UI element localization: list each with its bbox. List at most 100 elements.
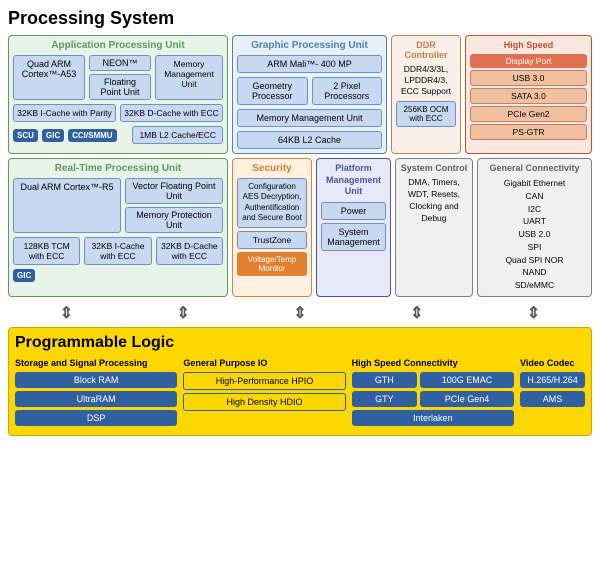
gic-tag: GIC bbox=[42, 129, 64, 142]
mmu-box: Memory Management Unit bbox=[155, 55, 223, 100]
hs-pcie-box: PCIe Gen2 bbox=[470, 106, 587, 122]
volttemp-box: Voltage/Temp Monitor bbox=[237, 252, 307, 276]
gpu-l2-box: 64KB L2 Cache bbox=[237, 131, 382, 149]
gpu-title: Graphic Processing Unit bbox=[237, 40, 382, 51]
ddr-block: DDR Controller DDR4/3/3L, LPDDR4/3, ECC … bbox=[391, 35, 461, 154]
trustzone-box: TrustZone bbox=[237, 231, 307, 249]
apu-title: Application Processing Unit bbox=[13, 40, 223, 51]
fpu-box: Floating Point Unit bbox=[89, 74, 151, 100]
pl-video-title: Video Codec bbox=[520, 358, 585, 368]
pl-ultraram: UltraRAM bbox=[15, 391, 177, 407]
mali-box: ARM Mali™- 400 MP bbox=[237, 55, 382, 73]
top-section: Application Processing Unit Quad ARM Cor… bbox=[8, 35, 592, 154]
pl-gty: GTY bbox=[352, 391, 417, 407]
pl-hdio: High Density HDIO bbox=[183, 393, 345, 411]
geometry-box: Geometry Processor bbox=[237, 77, 308, 105]
pl-pciegen4: PCIe Gen4 bbox=[420, 391, 514, 407]
pl-video-col: Video Codec H.265/H.264 AMS bbox=[520, 358, 585, 429]
neon-box: NEON™ bbox=[89, 55, 151, 71]
icache-box: 32KB I-Cache with Parity bbox=[13, 104, 116, 122]
genconn-sd: SD/eMMC bbox=[482, 279, 587, 292]
security-block: Security Configuration AES Decryption, A… bbox=[232, 158, 312, 297]
rpu-row1: Dual ARM Cortex™-R5 Vector Floating Poin… bbox=[13, 178, 223, 233]
dcache-box: 32KB D-Cache with ECC bbox=[120, 104, 223, 122]
apu-block: Application Processing Unit Quad ARM Cor… bbox=[8, 35, 228, 154]
pl-content: Storage and Signal Processing Block RAM … bbox=[15, 358, 585, 429]
pl-gth: GTH bbox=[352, 372, 417, 388]
genconn-block: General Connectivity Gigabit Ethernet CA… bbox=[477, 158, 592, 297]
cortex-r5-box: Dual ARM Cortex™-R5 bbox=[13, 178, 121, 233]
pl-hsconn-row2: GTY PCIe Gen4 bbox=[352, 391, 514, 410]
genconn-ethernet: Gigabit Ethernet bbox=[482, 177, 587, 190]
genconn-nand: NAND bbox=[482, 266, 587, 279]
gpu-block: Graphic Processing Unit ARM Mali™- 400 M… bbox=[232, 35, 387, 154]
hs-block: High Speed Display Port USB 3.0 SATA 3.0… bbox=[465, 35, 592, 154]
arrow-5: ⇕ bbox=[527, 303, 540, 323]
aes-box: Configuration AES Decryption, Authentifi… bbox=[237, 178, 307, 228]
pmu-block: Platform Management Unit Power System Ma… bbox=[316, 158, 391, 297]
pl-blockram: Block RAM bbox=[15, 372, 177, 388]
genconn-uart: UART bbox=[482, 215, 587, 228]
pl-storage-title: Storage and Signal Processing bbox=[15, 358, 177, 368]
hs-psgtr-box: PS-GTR bbox=[470, 124, 587, 140]
sysctrl-block: System Control DMA, Timers, WDT, Resets,… bbox=[395, 158, 473, 297]
genconn-quadspi: Quad SPI NOR bbox=[482, 254, 587, 267]
pl-gpio-col: General Purpose IO High-Performance HPIO… bbox=[183, 358, 345, 429]
pl-dsp: DSP bbox=[15, 410, 177, 426]
arrow-2: ⇕ bbox=[176, 303, 189, 323]
genconn-items: Gigabit Ethernet CAN I2C UART USB 2.0 SP… bbox=[482, 177, 587, 292]
cortex-a53-box: Quad ARM Cortex™-A53 bbox=[13, 55, 85, 100]
gpu-mmu-box: Memory Management Unit bbox=[237, 109, 382, 127]
rpu-row3: GIC bbox=[13, 269, 223, 282]
pl-hsconn-title: High Speed Connectivity bbox=[352, 358, 514, 368]
ddr-ocm-box: 256KB OCM with ECC bbox=[396, 101, 456, 127]
neon-fpu-group: NEON™ Floating Point Unit bbox=[89, 55, 151, 100]
rpu-tcm-box: 128KB TCM with ECC bbox=[13, 237, 80, 265]
pixel-box: 2 Pixel Processors bbox=[312, 77, 383, 105]
pl-storage-col: Storage and Signal Processing Block RAM … bbox=[15, 358, 177, 429]
mpu-box: Memory Protection Unit bbox=[125, 207, 223, 233]
pl-gpio-title: General Purpose IO bbox=[183, 358, 345, 368]
power-box: Power bbox=[321, 202, 386, 220]
pl-hsconn-col: High Speed Connectivity GTH 100G EMAC GT… bbox=[352, 358, 514, 429]
pl-title: Programmable Logic bbox=[15, 334, 585, 352]
rpu-row2: 128KB TCM with ECC 32KB I-Cache with ECC… bbox=[13, 237, 223, 265]
rpu-block: Real-Time Processing Unit Dual ARM Corte… bbox=[8, 158, 228, 297]
rpu-dcache-box: 32KB D-Cache with ECC bbox=[156, 237, 223, 265]
sysmgmt-box: System Management bbox=[321, 223, 386, 251]
apu-row1: Quad ARM Cortex™-A53 NEON™ Floating Poin… bbox=[13, 55, 223, 100]
arrow-1: ⇕ bbox=[60, 303, 73, 323]
arrow-row: ⇕ ⇕ ⇕ ⇕ ⇕ bbox=[8, 301, 592, 325]
rpu-title: Real-Time Processing Unit bbox=[13, 163, 223, 174]
genconn-usb: USB 2.0 bbox=[482, 228, 587, 241]
genconn-i2c: I2C bbox=[482, 203, 587, 216]
genconn-can: CAN bbox=[482, 190, 587, 203]
vfpu-box: Vector Floating Point Unit bbox=[125, 178, 223, 204]
hs-usb-box: USB 3.0 bbox=[470, 70, 587, 86]
pl-hsconn-row1: GTH 100G EMAC bbox=[352, 372, 514, 391]
arrow-3: ⇕ bbox=[293, 303, 306, 323]
rpu-icache-box: 32KB I-Cache with ECC bbox=[84, 237, 151, 265]
pl-ams: AMS bbox=[520, 391, 585, 407]
pl-hpio: High-Performance HPIO bbox=[183, 372, 345, 390]
sysctrl-title: System Control bbox=[400, 163, 468, 173]
pl-100gemac: 100G EMAC bbox=[420, 372, 514, 388]
rpu-right-group: Vector Floating Point Unit Memory Protec… bbox=[125, 178, 223, 233]
mid-section: Real-Time Processing Unit Dual ARM Corte… bbox=[8, 158, 592, 297]
hs-dp-box: Display Port bbox=[470, 54, 587, 68]
security-title: Security bbox=[237, 163, 307, 174]
page-title: Processing System bbox=[8, 8, 592, 29]
apu-row3: SCU GIC CCI/SMMU 1MB L2 Cache/ECC bbox=[13, 126, 223, 144]
genconn-spi: SPI bbox=[482, 241, 587, 254]
arrow-4: ⇕ bbox=[410, 303, 423, 323]
gpu-row: Geometry Processor 2 Pixel Processors bbox=[237, 77, 382, 105]
l2-box: 1MB L2 Cache/ECC bbox=[132, 126, 223, 144]
ddr-title: DDR Controller bbox=[396, 40, 456, 60]
pl-interlaken: Interlaken bbox=[352, 410, 514, 426]
cci-tag: CCI/SMMU bbox=[68, 129, 116, 142]
pl-section: Programmable Logic Storage and Signal Pr… bbox=[8, 327, 592, 436]
hs-sata-box: SATA 3.0 bbox=[470, 88, 587, 104]
pmu-title: Platform Management Unit bbox=[321, 163, 386, 198]
rpu-gic-tag: GIC bbox=[13, 269, 35, 282]
hs-title: High Speed bbox=[470, 40, 587, 50]
